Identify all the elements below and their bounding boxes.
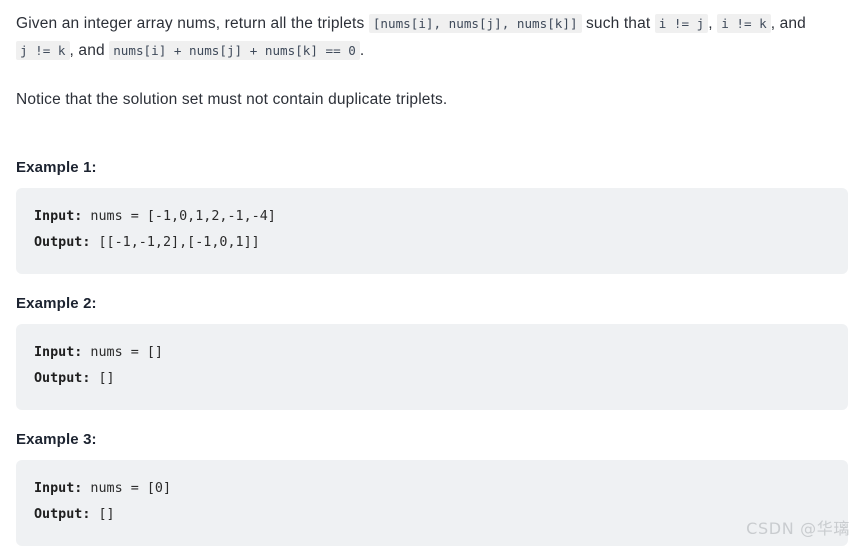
example-1-heading: Example 1: bbox=[16, 159, 97, 176]
inline-code-j-ne-k: j != k bbox=[16, 41, 70, 60]
example-3-output-label: Output: bbox=[34, 507, 91, 522]
intro-text-segment-6: . bbox=[359, 42, 365, 59]
inline-code-sum-equals-zero: nums[i] + nums[j] + nums[k] == 0 bbox=[109, 41, 360, 60]
problem-statement-paragraph: Given an integer array nums, return all … bbox=[16, 0, 848, 64]
example-1-output-value: [[-1,-1,2],[-1,0,1]] bbox=[90, 235, 260, 250]
example-3-code-block: Input: nums = [0] Output: [] bbox=[16, 460, 848, 546]
example-3-output-value: [] bbox=[90, 507, 115, 522]
example-2-output-label: Output: bbox=[34, 371, 91, 386]
intro-text-segment-5: , and bbox=[69, 42, 110, 59]
notice-paragraph: Notice that the solution set must not co… bbox=[16, 91, 448, 108]
example-2-input-label: Input: bbox=[34, 345, 83, 360]
example-3-heading: Example 3: bbox=[16, 431, 97, 448]
example-1-input-line: Input: nums = [-1,0,1,2,-1,-4] bbox=[34, 204, 830, 230]
example-3-input-value: nums = [0] bbox=[82, 481, 172, 496]
example-3-input-label: Input: bbox=[34, 481, 83, 496]
example-2-code-block: Input: nums = [] Output: [] bbox=[16, 324, 848, 410]
inline-code-i-ne-j: i != j bbox=[654, 14, 709, 33]
example-2-input-value: nums = [] bbox=[82, 345, 163, 360]
example-1-input-value: nums = [-1,0,1,2,-1,-4] bbox=[82, 209, 276, 224]
example-1-input-label: Input: bbox=[34, 209, 83, 224]
example-2-output-line: Output: [] bbox=[34, 366, 830, 392]
example-3-input-line: Input: nums = [0] bbox=[34, 476, 830, 502]
problem-description-page: Given an integer array nums, return all … bbox=[0, 0, 864, 546]
example-2-heading: Example 2: bbox=[16, 295, 97, 312]
example-1-code-block: Input: nums = [-1,0,1,2,-1,-4] Output: [[… bbox=[16, 188, 848, 274]
intro-text-segment-3: , bbox=[708, 15, 718, 32]
intro-text-segment-4: , and bbox=[770, 15, 806, 32]
example-2-input-line: Input: nums = [] bbox=[34, 340, 830, 366]
inline-code-i-ne-k: i != k bbox=[717, 14, 771, 33]
intro-text-segment-1: Given an integer array nums, return all … bbox=[16, 15, 369, 32]
example-2-output-value: [] bbox=[90, 371, 115, 386]
inline-code-triplet-signature: [nums[i], nums[j], nums[k]] bbox=[368, 14, 582, 33]
example-1-output-line: Output: [[-1,-1,2],[-1,0,1]] bbox=[34, 230, 830, 256]
example-3-output-line: Output: [] bbox=[34, 502, 830, 528]
example-1-output-label: Output: bbox=[34, 235, 91, 250]
intro-text-segment-2: such that bbox=[581, 15, 655, 32]
